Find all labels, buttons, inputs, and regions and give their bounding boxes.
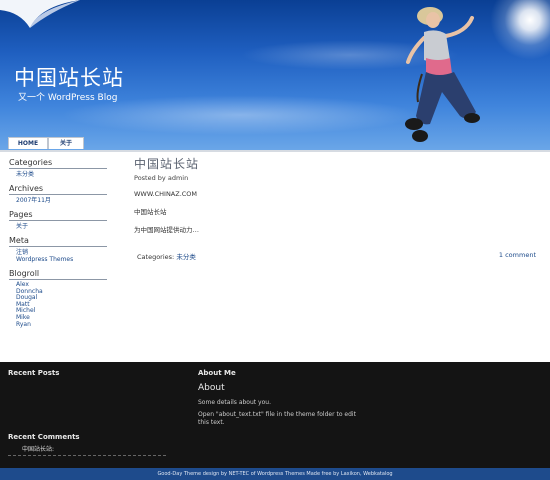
post-paragraph: 为中国网站提供动力… — [134, 226, 199, 234]
footer-left-column: Recent Posts Recent Comments 中国站长站: — [8, 369, 188, 456]
post-meta: Posted by admin — [134, 174, 189, 182]
archives-list: 2007年11月 — [9, 197, 109, 204]
blogroll-list: Alex Donncha Dougal Matt Michel Mike Rya… — [9, 281, 109, 329]
recent-posts-heading: Recent Posts — [8, 369, 60, 377]
sidebar-link[interactable]: 未分类 — [16, 171, 109, 178]
tab-home[interactable]: HOME — [8, 137, 48, 149]
page-curl-icon — [0, 0, 80, 28]
post-paragraph: 中国站长站 — [134, 208, 167, 216]
archives-heading: Archives — [9, 184, 107, 195]
about-text: Some details about you. — [198, 399, 271, 406]
tab-about[interactable]: 关于 — [48, 137, 84, 149]
sidebar-link[interactable]: 关于 — [16, 223, 109, 230]
post-categories: Categories: 未分类 — [137, 251, 196, 261]
recent-comments-heading: Recent Comments — [8, 433, 80, 441]
about-title: About — [198, 383, 225, 393]
content-area: Categories 未分类 Archives 2007年11月 Pages 关… — [0, 150, 550, 362]
post-paragraph: WWW.CHINAZ.COM — [134, 190, 198, 198]
footer-right-column: About Me About Some details about you. O… — [198, 369, 368, 427]
sun-glare — [490, 0, 550, 60]
post-title[interactable]: 中国站长站 — [134, 155, 540, 172]
site-header: 中国站长站 又一个 WordPress Blog — [0, 0, 550, 150]
categories-heading: Categories — [9, 158, 107, 169]
sidebar: Categories 未分类 Archives 2007年11月 Pages 关… — [9, 158, 109, 328]
post-footer: Categories: 未分类 1 comment — [134, 251, 540, 261]
credits-bar[interactable]: Good-Day Theme design by NET-TEC of Word… — [0, 468, 550, 480]
recent-comment-item[interactable]: 中国站长站: — [8, 444, 166, 456]
meta-list: 注销 Wordpress Themes — [9, 249, 109, 263]
sidebar-link[interactable]: Wordpress Themes — [16, 256, 109, 263]
meta-heading: Meta — [9, 236, 107, 247]
sidebar-link[interactable]: Ryan — [16, 321, 109, 329]
jumping-woman-image — [405, 7, 480, 142]
site-title[interactable]: 中国站长站 — [14, 62, 124, 92]
sidebar-link[interactable]: 2007年11月 — [16, 197, 109, 204]
site-tagline: 又一个 WordPress Blog — [18, 93, 118, 103]
sidebar-link[interactable]: 注销 — [16, 249, 109, 256]
pages-heading: Pages — [9, 210, 107, 221]
footer-widgets: Recent Posts Recent Comments 中国站长站: Abou… — [0, 362, 550, 468]
blogroll-heading: Blogroll — [9, 269, 107, 280]
about-me-heading: About Me — [198, 369, 236, 377]
main-nav: HOME 关于 — [0, 137, 550, 150]
about-text: Open "about_text.txt" file in the theme … — [198, 411, 356, 426]
comments-link[interactable]: 1 comment — [499, 251, 536, 259]
blog-post: 中国站长站 Posted by admin WWW.CHINAZ.COM 中国站… — [134, 155, 540, 261]
categories-list: 未分类 — [9, 171, 109, 178]
categories-label: Categories: — [137, 253, 175, 261]
post-category-link[interactable]: 未分类 — [176, 253, 196, 261]
pages-list: 关于 — [9, 223, 109, 230]
